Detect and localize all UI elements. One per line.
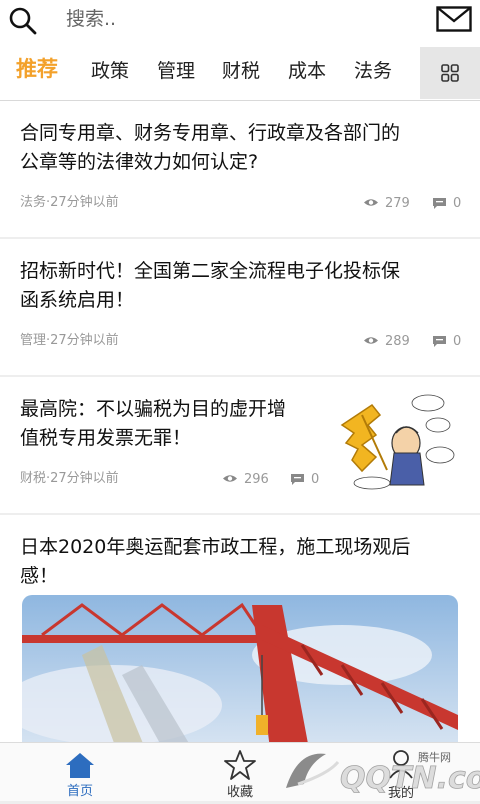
article-meta: 法务·27分钟以前	[20, 195, 119, 210]
eye-icon	[223, 475, 237, 482]
view-count: 296	[244, 472, 269, 487]
grid-icon	[441, 64, 459, 82]
category-tabs: 推荐 政策 管理 财税 成本 法务	[0, 44, 480, 101]
tab-legal[interactable]: 法务	[354, 59, 392, 83]
article-thumbnail-cartoon	[332, 385, 460, 491]
tab-management[interactable]: 管理	[157, 59, 195, 83]
article-card[interactable]: 日本2020年奥运配套市政工程，施工现场观后 感！	[0, 515, 480, 765]
article-title-line: 招标新时代！全国第二家全流程电子化投标保	[20, 260, 401, 282]
tab-recommend[interactable]: 推荐	[16, 57, 58, 81]
tab-finance-tax[interactable]: 财税	[222, 59, 260, 83]
home-icon[interactable]	[64, 751, 96, 779]
article-title-line: 公章等的法律效力如何认定?	[20, 151, 259, 173]
comment-icon[interactable]	[432, 335, 447, 348]
article-title-line: 合同专用章、财务专用章、行政章及各部门的	[20, 122, 401, 144]
article-card[interactable]: 合同专用章、财务专用章、行政章及各部门的 公章等的法律效力如何认定? 法务·27…	[0, 101, 480, 237]
tab-policy[interactable]: 政策	[91, 59, 129, 83]
article-card[interactable]: 招标新时代！全国第二家全流程电子化投标保 函系统启用！ 管理·27分钟以前 28…	[0, 239, 480, 375]
eye-icon	[364, 337, 378, 344]
article-title: 最高院：不以骗税为目的虚开增 值税专用发票无罪！	[20, 395, 286, 453]
article-card[interactable]: 最高院：不以骗税为目的虚开增 值税专用发票无罪！ 财税·27分钟以前 296 0	[0, 377, 480, 513]
watermark-text: QQTN.com	[340, 761, 480, 796]
comment-icon[interactable]	[290, 473, 305, 486]
article-meta: 管理·27分钟以前	[20, 333, 119, 348]
article-title-line: 最高院：不以骗税为目的虚开增	[20, 398, 287, 420]
article-title: 日本2020年奥运配套市政工程，施工现场观后 感！	[20, 533, 410, 591]
article-title-line: 函系统启用！	[20, 289, 135, 311]
article-title-line: 感！	[20, 565, 59, 587]
nav-home-label[interactable]: 首页	[50, 784, 110, 800]
search-input[interactable]: 搜索..	[66, 8, 116, 30]
nav-favorites-label[interactable]: 收藏	[210, 785, 270, 801]
article-title-line: 日本2020年奥运配套市政工程，施工现场观后	[20, 536, 411, 558]
article-photo-crane	[22, 595, 458, 765]
article-title: 招标新时代！全国第二家全流程电子化投标保 函系统启用！	[20, 257, 400, 315]
article-title: 合同专用章、财务专用章、行政章及各部门的 公章等的法律效力如何认定?	[20, 119, 400, 177]
comment-count: 0	[311, 472, 320, 487]
search-icon[interactable]	[8, 6, 38, 36]
site-watermark: QQTN.com 腾牛网	[268, 744, 480, 800]
star-icon[interactable]	[224, 749, 256, 781]
tab-cost[interactable]: 成本	[288, 59, 326, 83]
mail-icon[interactable]	[436, 6, 472, 32]
article-meta: 财税·27分钟以前	[20, 471, 119, 486]
view-count: 289	[385, 334, 410, 349]
view-count: 279	[385, 196, 410, 211]
article-title-line: 值税专用发票无罪！	[20, 427, 192, 449]
top-bar: 搜索..	[0, 0, 480, 44]
comment-count: 0	[453, 334, 462, 349]
watermark-small-text: 腾牛网	[418, 750, 451, 764]
comment-count: 0	[453, 196, 462, 211]
category-grid-button[interactable]	[420, 47, 480, 99]
eye-icon	[364, 199, 378, 206]
comment-icon[interactable]	[432, 197, 447, 210]
